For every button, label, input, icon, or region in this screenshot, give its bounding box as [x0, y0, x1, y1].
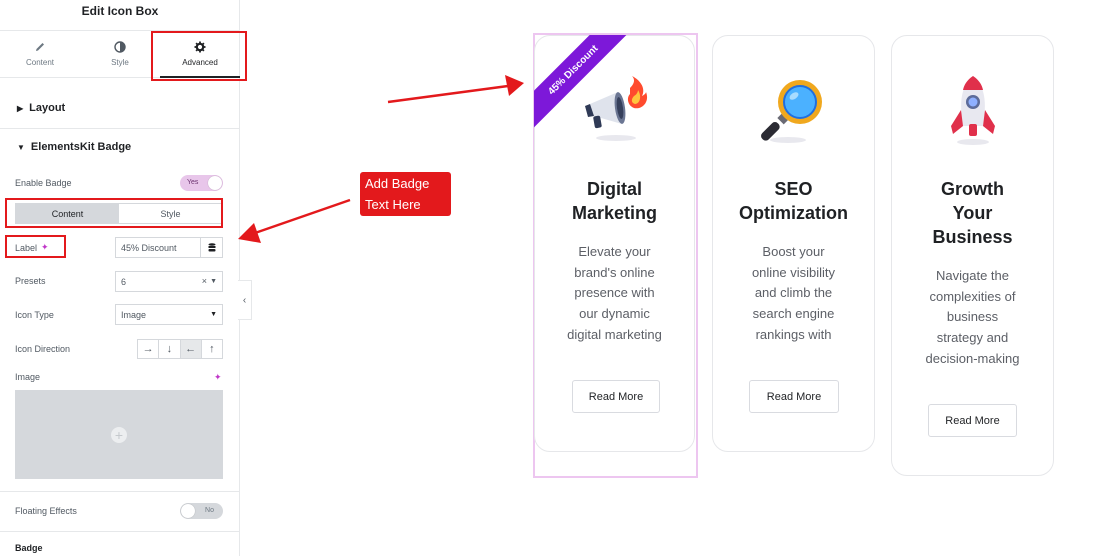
toggle-knob — [181, 504, 195, 518]
card-desc-line: complexities of — [929, 288, 1016, 304]
highlight-label — [5, 235, 66, 258]
highlight-inner-tabs — [5, 198, 223, 228]
card-desc-line: Boost your — [762, 244, 825, 259]
pencil-icon — [36, 43, 44, 51]
divider — [0, 491, 240, 492]
contrast-icon — [114, 41, 126, 53]
arrow-to-label — [238, 198, 351, 243]
service-card-seo[interactable]: SEO Optimization Boost your online visib… — [712, 35, 875, 452]
card-title-line: Business — [932, 227, 1013, 247]
divider — [0, 128, 240, 129]
card-title-line: Growth — [941, 179, 1004, 199]
badge-subsection-label: Badge — [15, 543, 43, 553]
toggle-state: Yes — [187, 179, 199, 186]
enable-badge-toggle[interactable]: Yes — [180, 175, 223, 191]
icon-type-value: Image — [121, 309, 147, 320]
chevron-down-icon: ▼ — [210, 311, 217, 318]
read-more-button[interactable]: Read More — [928, 404, 1017, 437]
tab-content-label: Content — [25, 58, 55, 67]
toggle-knob — [208, 176, 222, 190]
enable-badge-label: Enable Badge — [15, 178, 72, 188]
presets-select[interactable]: 6 × ▼ — [115, 271, 223, 292]
card-desc-line: strategy and — [936, 330, 1009, 346]
card-desc-line: decision-making — [925, 350, 1020, 366]
clear-icon[interactable]: × — [202, 276, 207, 286]
tab-style-label: Style — [111, 58, 129, 67]
icon-type-select[interactable]: Image ▼ — [115, 304, 223, 325]
rocket-icon — [951, 76, 995, 145]
highlight-advanced-tab — [151, 31, 247, 81]
icon-direction-label: Icon Direction — [15, 344, 71, 354]
badge-label-input[interactable]: 45% Discount — [115, 237, 223, 258]
image-picker[interactable]: + — [15, 390, 223, 479]
presets-value: 6 — [121, 276, 127, 287]
add-image-icon[interactable]: + — [111, 426, 127, 443]
direction-down-button[interactable]: ↓ — [159, 340, 181, 358]
card-description: Boost your online visibility and climb t… — [713, 242, 874, 346]
card-description: Navigate the complexities of business st… — [892, 266, 1053, 370]
card-desc-line: presence with — [574, 285, 655, 301]
card-desc-line: rankings with — [755, 326, 832, 342]
direction-up-button[interactable]: ↑ — [202, 340, 222, 358]
card-title-line: SEO — [774, 179, 813, 199]
card-desc-line: digital marketing — [567, 326, 662, 342]
toggle-state: No — [205, 507, 214, 514]
elementskit-badge-section[interactable]: ▼ ElementsKit Badge — [0, 141, 240, 153]
card-title-line: Digital — [586, 179, 642, 199]
chevron-left-icon: ‹ — [242, 294, 247, 306]
image-label: Image — [15, 372, 41, 382]
panel-title: Edit Icon Box — [81, 4, 159, 18]
dynamic-tags-icon[interactable] — [200, 238, 222, 257]
tab-style[interactable]: Style — [80, 31, 160, 77]
magnifier-icon — [761, 80, 822, 143]
collapse-panel-button[interactable]: ‹ — [238, 280, 252, 320]
card-desc-line: business — [946, 309, 999, 325]
card-title-line: Marketing — [571, 203, 658, 223]
direction-right-button[interactable]: → — [138, 340, 160, 358]
icon-direction-control: → ↓ ← ↑ — [137, 339, 223, 359]
card-description: Elevate your brand's online presence wit… — [535, 242, 694, 346]
annotation-callout: Add Badge Text Here — [360, 172, 451, 216]
card-desc-line: brand's online — [574, 264, 655, 280]
card-desc-line: and climb the — [754, 285, 833, 301]
card-title: Digital Marketing — [535, 177, 694, 225]
icon-type-label: Icon Type — [15, 310, 54, 320]
card-desc-line: Elevate your — [578, 244, 651, 259]
read-more-button[interactable]: Read More — [572, 380, 660, 413]
floating-effects-label: Floating Effects — [15, 506, 77, 516]
floating-effects-toggle[interactable]: No — [180, 503, 223, 519]
divider — [0, 531, 240, 532]
badge-section-label: ElementsKit Badge — [30, 141, 132, 153]
direction-left-button[interactable]: ← — [180, 340, 202, 358]
card-title-line: Your — [952, 203, 993, 223]
callout-line-1: Add Badge — [365, 176, 430, 191]
tab-content[interactable]: Content — [0, 31, 80, 77]
service-card-growth[interactable]: Growth Your Business Navigate the comple… — [891, 35, 1054, 476]
read-more-button[interactable]: Read More — [749, 380, 839, 413]
card-desc-line: our dynamic — [579, 306, 650, 322]
arrow-to-badge — [387, 75, 524, 104]
callout-line-2: Text Here — [365, 197, 421, 212]
card-title: Growth Your Business — [892, 177, 1053, 249]
badge-label-value: 45% Discount — [121, 242, 177, 253]
presets-label: Presets — [15, 276, 46, 286]
caret-down-icon: ▼ — [17, 143, 25, 152]
card-title-line: Optimization — [739, 203, 848, 223]
card-desc-line: search engine — [752, 306, 835, 322]
badge-ribbon-container: 45% Discount — [534, 35, 634, 135]
chevron-down-icon: ▼ — [210, 278, 217, 285]
ai-sparkle-icon[interactable]: ✦ — [214, 372, 222, 383]
card-desc-line: Navigate the — [936, 268, 1009, 283]
card-title: SEO Optimization — [713, 177, 874, 225]
layout-section[interactable]: ▶ Layout — [0, 102, 240, 114]
editor-panel: Edit Icon Box Content Style Advanced ▶ La… — [0, 0, 240, 556]
card-desc-line: online visibility — [751, 264, 836, 280]
discount-badge: 45% Discount — [534, 35, 634, 133]
caret-right-icon: ▶ — [17, 104, 24, 113]
layout-section-label: Layout — [29, 102, 66, 114]
